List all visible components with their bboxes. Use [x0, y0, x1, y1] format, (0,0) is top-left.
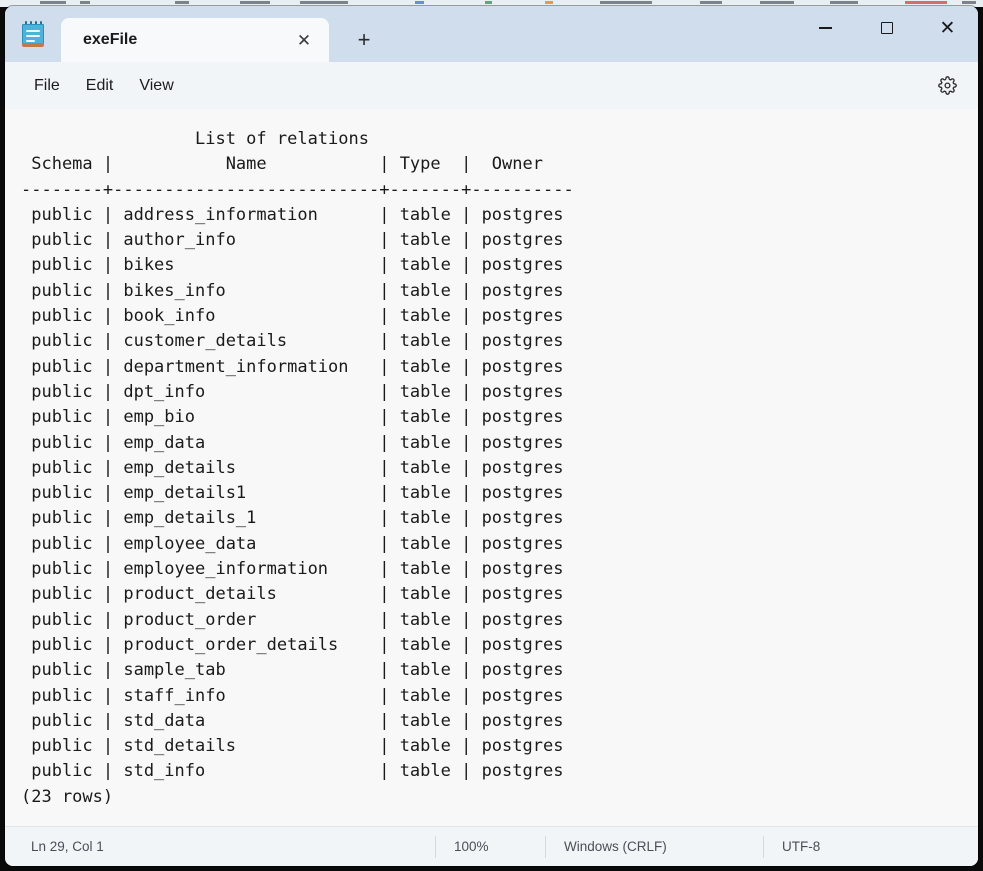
- status-encoding[interactable]: UTF-8: [763, 836, 838, 858]
- status-bar: Ln 29, Col 1 100% Windows (CRLF) UTF-8: [5, 826, 978, 866]
- editor-content[interactable]: List of relations Schema | Name | Type |…: [21, 127, 978, 810]
- menu-item-view[interactable]: View: [126, 71, 186, 101]
- menu-item-file[interactable]: File: [21, 71, 73, 101]
- close-icon: ✕: [940, 19, 956, 38]
- minimize-icon: [819, 27, 832, 29]
- tab-close-icon[interactable]: ✕: [289, 25, 319, 55]
- maximize-icon: [881, 22, 893, 34]
- close-button[interactable]: ✕: [917, 6, 978, 50]
- maximize-button[interactable]: [856, 6, 917, 50]
- settings-button[interactable]: [930, 69, 964, 103]
- minimize-button[interactable]: [795, 6, 856, 50]
- new-tab-button[interactable]: +: [343, 19, 385, 61]
- gear-icon: [938, 76, 957, 95]
- tab-label: exeFile: [83, 31, 289, 49]
- menu-item-edit[interactable]: Edit: [73, 71, 127, 101]
- tab-strip: exeFile ✕ +: [61, 6, 385, 62]
- menu-bar: File Edit View: [5, 62, 978, 109]
- notepad-icon: [5, 6, 61, 62]
- status-cursor-position[interactable]: Ln 29, Col 1: [5, 836, 435, 858]
- tab-exefile[interactable]: exeFile ✕: [61, 18, 329, 62]
- status-line-ending[interactable]: Windows (CRLF): [545, 836, 763, 858]
- window-controls: ✕: [795, 6, 978, 50]
- text-editor-area[interactable]: List of relations Schema | Name | Type |…: [5, 109, 978, 826]
- notepad-window: exeFile ✕ + ✕ File Edit View: [5, 6, 978, 866]
- status-zoom-level[interactable]: 100%: [435, 836, 545, 858]
- title-bar[interactable]: exeFile ✕ + ✕: [5, 6, 978, 62]
